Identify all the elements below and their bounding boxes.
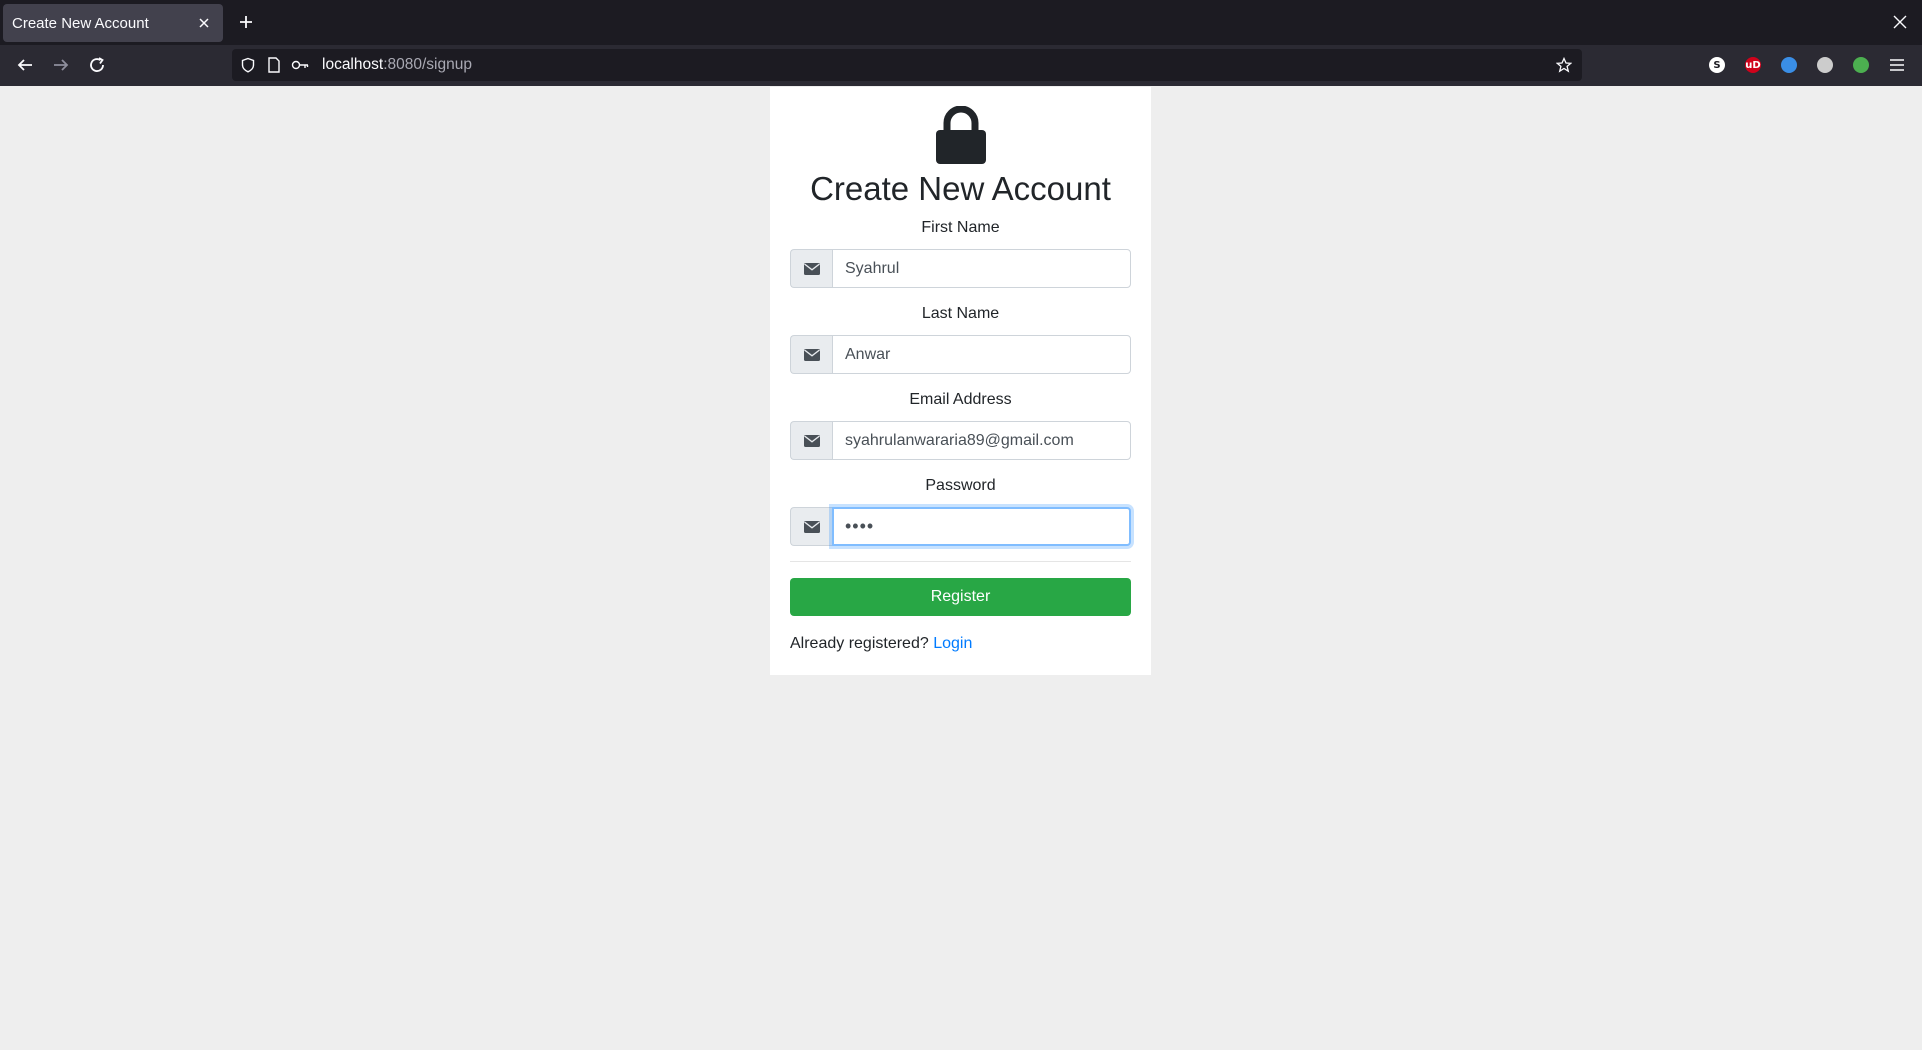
menu-icon[interactable] — [1882, 50, 1912, 80]
reload-icon[interactable] — [82, 50, 112, 80]
password-group — [790, 507, 1131, 546]
url-host: localhost — [322, 56, 384, 73]
back-arrow-icon[interactable] — [10, 50, 40, 80]
url-path: :8080/signup — [383, 56, 472, 73]
email-group — [790, 421, 1131, 460]
first-name-label: First Name — [921, 219, 1000, 236]
login-link[interactable]: Login — [933, 635, 972, 652]
blue-extension-icon[interactable] — [1778, 54, 1800, 76]
address-bar[interactable]: localhost:8080/signup — [232, 49, 1582, 81]
first-name-group — [790, 249, 1131, 288]
tab-bar: Create New Account — [0, 0, 1922, 45]
envelope-icon — [790, 421, 832, 460]
envelope-icon — [790, 507, 832, 546]
password-input[interactable] — [832, 507, 1131, 546]
page-viewport: Create New Account First Name Last Name … — [0, 86, 1922, 1050]
browser-tab[interactable]: Create New Account — [3, 4, 223, 42]
navigation-bar: localhost:8080/signup SuD — [0, 45, 1922, 86]
ublock-icon[interactable]: uD — [1742, 54, 1764, 76]
forward-arrow-icon[interactable] — [46, 50, 76, 80]
feather-extension-icon-glyph — [1817, 57, 1833, 73]
s-extension-icon[interactable]: S — [1706, 54, 1728, 76]
register-button[interactable]: Register — [790, 578, 1131, 616]
green-extension-icon-glyph — [1853, 57, 1869, 73]
divider — [790, 561, 1131, 562]
first-name-input[interactable] — [832, 249, 1131, 288]
tab-title: Create New Account — [12, 14, 149, 32]
envelope-icon — [790, 249, 832, 288]
signup-card: Create New Account First Name Last Name … — [770, 87, 1151, 675]
password-label: Password — [925, 477, 996, 494]
page-title: Create New Account — [810, 170, 1111, 207]
lock-icon — [935, 105, 987, 164]
envelope-icon — [790, 335, 832, 374]
shield-icon[interactable] — [238, 55, 258, 75]
window-close-icon[interactable] — [1886, 8, 1914, 36]
tab-close-icon[interactable] — [191, 10, 217, 36]
page-icon[interactable] — [264, 55, 284, 75]
url-text[interactable]: localhost:8080/signup — [322, 56, 472, 74]
last-name-group — [790, 335, 1131, 374]
bookmark-star-icon[interactable] — [1554, 55, 1574, 75]
feather-extension-icon[interactable] — [1814, 54, 1836, 76]
last-name-label: Last Name — [921, 305, 1000, 322]
login-prompt-text: Already registered? — [790, 635, 929, 652]
new-tab-icon[interactable] — [232, 8, 260, 36]
last-name-input[interactable] — [832, 335, 1131, 374]
email-input[interactable] — [832, 421, 1131, 460]
key-icon[interactable] — [290, 55, 310, 75]
login-prompt: Already registered? Login — [790, 635, 972, 653]
green-extension-icon[interactable] — [1850, 54, 1872, 76]
ublock-icon-glyph: uD — [1745, 57, 1761, 73]
blue-extension-icon-glyph — [1781, 57, 1797, 73]
s-extension-icon-glyph: S — [1709, 57, 1725, 73]
email-label: Email Address — [909, 391, 1012, 408]
